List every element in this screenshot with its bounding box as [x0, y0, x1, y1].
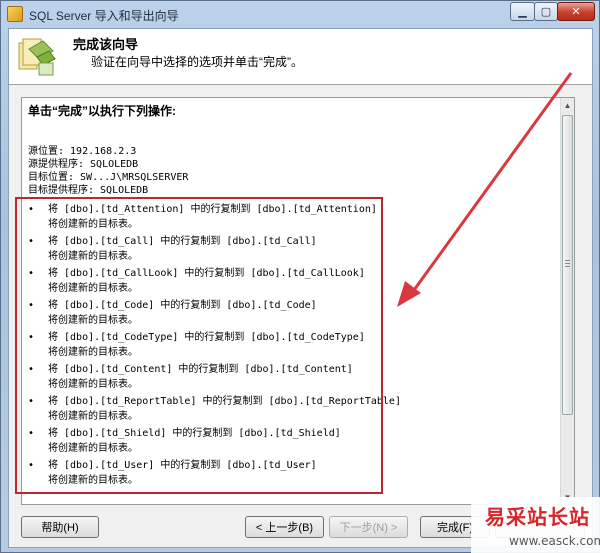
vertical-scrollbar[interactable]: ▲ ▼ [560, 98, 574, 504]
wizard-window: SQL Server 导入和导出向导 ▁ ▢ ✕ 完成该向导 验证在向导中选择的… [0, 0, 600, 553]
operation-item: • 将 [dbo].[td_Code] 中的行复制到 [dbo].[td_Code… [24, 298, 560, 330]
connection-info: 源位置: 192.168.2.3 源提供程序: SQLOLEDB 目标位置: S… [28, 145, 556, 197]
header-subtitle: 验证在向导中选择的选项并单击“完成”。 [91, 55, 303, 69]
operation-line: 将 [dbo].[td_CodeType] 中的行复制到 [dbo].[td_C… [48, 332, 365, 343]
operation-item: • 将 [dbo].[td_User] 中的行复制到 [dbo].[td_User… [24, 458, 560, 490]
wizard-header: 完成该向导 验证在向导中选择的选项并单击“完成”。 [9, 29, 592, 85]
operation-line: 将 [dbo].[td_Shield] 中的行复制到 [dbo].[td_Shi… [48, 428, 341, 439]
operation-line: 将 [dbo].[td_Attention] 中的行复制到 [dbo].[td_… [48, 204, 377, 215]
scroll-thumb[interactable] [562, 115, 573, 415]
maximize-button[interactable]: ▢ [534, 2, 558, 21]
operation-line: 将 [dbo].[td_CallLook] 中的行复制到 [dbo].[td_C… [48, 268, 365, 279]
next-button[interactable]: 下一步(N) > [329, 516, 408, 538]
operation-item: • 将 [dbo].[td_Shield] 中的行复制到 [dbo].[td_Sh… [24, 426, 560, 458]
operation-note: 将创建新的目标表。 [48, 219, 138, 230]
operation-line: 将 [dbo].[td_Call] 中的行复制到 [dbo].[td_Call] [48, 236, 317, 247]
help-button[interactable]: 帮助(H) [21, 516, 99, 538]
bullet-icon: • [28, 460, 35, 471]
bullet-icon: • [28, 428, 35, 439]
operation-line: 将 [dbo].[td_Content] 中的行复制到 [dbo].[td_Co… [48, 364, 353, 375]
operation-line: 将 [dbo].[td_User] 中的行复制到 [dbo].[td_User] [48, 460, 317, 471]
operation-note: 将创建新的目标表。 [48, 475, 138, 486]
scroll-up-icon[interactable]: ▲ [561, 98, 574, 112]
bullet-icon: • [28, 236, 35, 247]
operation-note: 将创建新的目标表。 [48, 443, 138, 454]
summary-content: 单击“完成”以执行下列操作: 源位置: 192.168.2.3 源提供程序: S… [22, 98, 562, 504]
bullet-icon: • [28, 300, 35, 311]
watermark-url: www.easck.com [509, 534, 600, 548]
window-title: SQL Server 导入和导出向导 [29, 9, 179, 23]
close-button[interactable]: ✕ [557, 2, 595, 21]
operation-item: • 将 [dbo].[td_CallLook] 中的行复制到 [dbo].[td_… [24, 266, 560, 298]
summary-panel[interactable]: 单击“完成”以执行下列操作: 源位置: 192.168.2.3 源提供程序: S… [21, 97, 575, 505]
operation-note: 将创建新的目标表。 [48, 379, 138, 390]
bullet-icon: • [28, 364, 35, 375]
app-icon [7, 6, 23, 22]
thumb-grip [565, 266, 570, 267]
operation-line: 将 [dbo].[td_ReportTable] 中的行复制到 [dbo].[t… [48, 396, 401, 407]
minimize-button[interactable]: ▁ [510, 2, 535, 21]
operation-item: • 将 [dbo].[td_ReportTable] 中的行复制到 [dbo].[… [24, 394, 560, 426]
operation-note: 将创建新的目标表。 [48, 283, 138, 294]
title-bar[interactable]: SQL Server 导入和导出向导 ▁ ▢ ✕ [1, 1, 599, 27]
watermark: 易采站长站 www.easck.com [471, 497, 600, 553]
wizard-client: 完成该向导 验证在向导中选择的选项并单击“完成”。 单击“完成”以执行下列操作:… [8, 28, 593, 548]
source-provider: 源提供程序: SQLOLEDB [28, 159, 139, 170]
operation-item: • 将 [dbo].[td_Content] 中的行复制到 [dbo].[td_C… [24, 362, 560, 394]
operation-item: • 将 [dbo].[td_Attention] 中的行复制到 [dbo].[td… [24, 202, 560, 234]
minimize-icon: ▁ [518, 6, 527, 18]
dest-location: 目标位置: SW...J\MRSQLSERVER [28, 172, 189, 183]
operations-list: • 将 [dbo].[td_Attention] 中的行复制到 [dbo].[td… [24, 202, 560, 490]
watermark-text: 易采站长站 [485, 505, 590, 529]
operation-item: • 将 [dbo].[td_Call] 中的行复制到 [dbo].[td_Call… [24, 234, 560, 266]
bullet-icon: • [28, 396, 35, 407]
close-icon: ✕ [571, 6, 581, 18]
operation-note: 将创建新的目标表。 [48, 251, 138, 262]
bullet-icon: • [28, 204, 35, 215]
operation-line: 将 [dbo].[td_Code] 中的行复制到 [dbo].[td_Code] [48, 300, 317, 311]
source-location: 源位置: 192.168.2.3 [28, 146, 137, 157]
thumb-grip [565, 260, 570, 261]
dest-provider: 目标提供程序: SQLOLEDB [28, 185, 149, 196]
header-title: 完成该向导 [73, 37, 139, 52]
maximize-icon: ▢ [540, 6, 552, 18]
operation-item: • 将 [dbo].[td_CodeType] 中的行复制到 [dbo].[td_… [24, 330, 560, 362]
summary-intro: 单击“完成”以执行下列操作: [28, 104, 176, 118]
operation-note: 将创建新的目标表。 [48, 315, 138, 326]
bullet-icon: • [28, 268, 35, 279]
operation-note: 将创建新的目标表。 [48, 411, 138, 422]
thumb-grip [565, 263, 570, 264]
operation-note: 将创建新的目标表。 [48, 347, 138, 358]
back-button[interactable]: < 上一步(B) [245, 516, 324, 538]
wizard-icon [18, 38, 56, 76]
bullet-icon: • [28, 332, 35, 343]
